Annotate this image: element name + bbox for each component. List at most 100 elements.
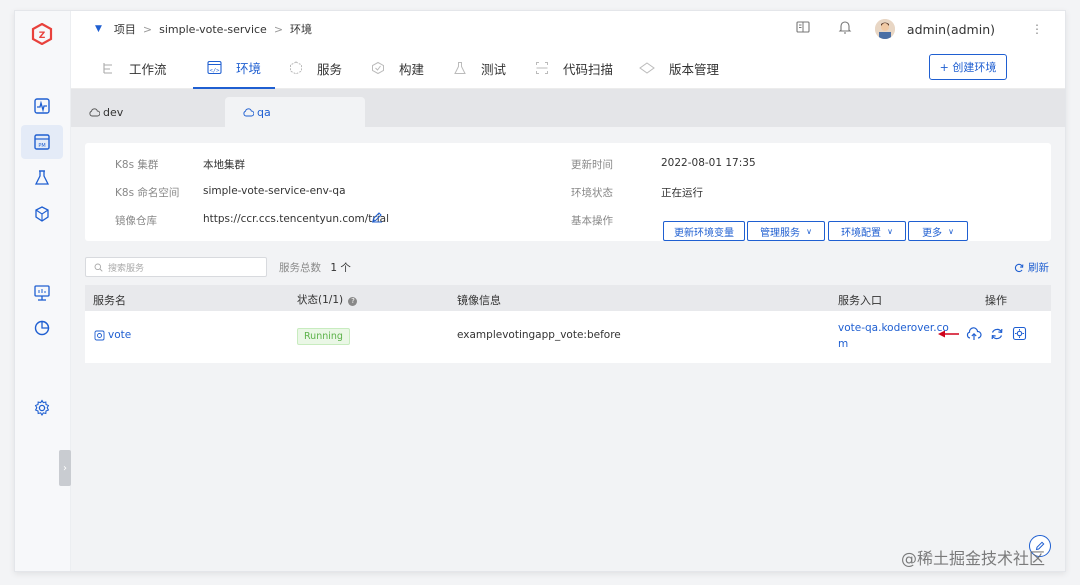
more-actions-button[interactable]: 更多 ∨ <box>908 221 968 241</box>
workflow-icon <box>101 61 115 75</box>
tab-label: 测试 <box>481 61 507 77</box>
env-tab-dev[interactable]: dev <box>71 97 221 127</box>
env-config-label: 环境配置 <box>841 227 882 239</box>
image-info: examplevotingapp_vote:before <box>457 329 621 341</box>
ops-label: 基本操作 <box>571 215 613 227</box>
search-service-input[interactable]: 搜索服务 <box>85 257 267 277</box>
search-icon <box>94 263 103 272</box>
manage-services-label: 管理服务 <box>760 227 801 239</box>
tab-label: 工作流 <box>129 61 167 77</box>
breadcrumb-project[interactable]: 项目 <box>114 21 136 37</box>
chevron-down-icon: ∨ <box>806 226 812 236</box>
more-menu-icon[interactable]: ⋮ <box>1031 22 1043 36</box>
create-environment-button[interactable]: + 创建环境 <box>929 54 1007 80</box>
table-row: vote Running examplevotingapp_vote:befor… <box>85 311 1051 361</box>
tab-label: 构建 <box>399 61 425 77</box>
service-count-label: 服务总数 <box>279 262 321 274</box>
artifact-package-icon[interactable] <box>31 203 53 225</box>
sidebar-collapse-handle[interactable]: › <box>59 450 71 486</box>
cluster-label: K8s 集群 <box>115 159 159 171</box>
cluster-value: 本地集群 <box>203 159 245 171</box>
refresh-label: 刷新 <box>1028 262 1049 274</box>
tab-version-management[interactable]: 版本管理 <box>639 47 719 89</box>
env-tab-qa[interactable]: qa <box>225 97 365 127</box>
cloud-icon <box>243 107 254 117</box>
project-dropdown-icon[interactable]: ▼ <box>95 24 102 34</box>
refresh-button[interactable]: 刷新 <box>1014 260 1049 275</box>
service-count: 服务总数 1 个 <box>279 260 351 275</box>
header-service-name: 服务名 <box>93 294 126 307</box>
service-entry-line1: vote-qa.koderover.co <box>838 322 949 334</box>
service-entry-link[interactable]: vote-qa.koderover.co m <box>838 320 949 352</box>
status-label: 环境状态 <box>571 187 613 199</box>
search-placeholder: 搜索服务 <box>108 263 145 274</box>
breadcrumb-service[interactable]: simple-vote-service <box>159 23 267 36</box>
env-config-button[interactable]: 环境配置 ∨ <box>828 221 906 241</box>
cloud-icon <box>89 107 100 117</box>
test-flask-icon[interactable] <box>31 167 53 189</box>
tab-build[interactable]: 构建 <box>371 47 424 89</box>
pie-chart-icon[interactable] <box>31 317 53 339</box>
version-icon <box>639 61 655 75</box>
breadcrumb-separator: > <box>273 22 284 36</box>
user-name[interactable]: admin(admin) <box>907 22 995 37</box>
flask-icon <box>453 61 467 75</box>
update-env-vars-button[interactable]: 更新环境变量 <box>663 221 745 241</box>
updated-label: 更新时间 <box>571 159 613 171</box>
registry-label: 镜像仓库 <box>115 215 157 227</box>
environment-info-panel: K8s 集群 本地集群 K8s 命名空间 simple-vote-service… <box>85 143 1051 241</box>
edit-registry-icon[interactable] <box>371 211 383 226</box>
registry-value: https://ccr.ccs.tencentyun.com/trial <box>203 213 389 225</box>
service-name: vote <box>108 329 132 341</box>
help-circle-icon[interactable]: ? <box>348 297 358 306</box>
chevron-down-icon: ∨ <box>948 226 954 236</box>
header-actions: 操作 <box>985 294 1007 307</box>
tab-code-scan[interactable]: 代码扫描 <box>535 47 613 89</box>
services-table: 服务名 状态(1/1) ? 镜像信息 服务入口 操作 vote Running … <box>85 285 1051 363</box>
code-env-icon: </> <box>207 60 222 75</box>
tab-workflow[interactable]: 工作流 <box>101 47 167 89</box>
service-settings-icon[interactable] <box>1012 326 1027 341</box>
notification-bell-icon[interactable] <box>837 19 853 39</box>
service-icon <box>94 330 105 341</box>
svg-text:</>: </> <box>210 68 221 74</box>
environment-tabs: dev qa <box>71 89 1065 127</box>
status-value: 正在运行 <box>661 187 703 199</box>
breadcrumb-section: 环境 <box>290 23 313 36</box>
build-icon <box>371 61 385 75</box>
user-avatar[interactable] <box>874 19 895 39</box>
docs-book-icon[interactable] <box>795 19 811 39</box>
tab-environment[interactable]: </> 环境 <box>193 47 276 89</box>
service-entry-line2: m <box>838 338 849 350</box>
tab-label: 代码扫描 <box>563 61 614 77</box>
upload-cloud-icon[interactable] <box>966 326 982 341</box>
header-status-label: 状态(1/1) <box>297 294 344 306</box>
header-image: 镜像信息 <box>457 294 501 307</box>
app-logo-icon[interactable]: Z <box>31 22 53 46</box>
app-window: Z PM › ▼ 项目 > simple-vote-service > 环境 a… <box>14 10 1066 572</box>
updated-value: 2022-08-01 17:35 <box>661 157 756 169</box>
tab-label: 版本管理 <box>669 61 720 77</box>
watermark-text: @稀土掘金技术社区 <box>900 549 1045 568</box>
scan-icon <box>535 61 549 75</box>
topbar-right: admin(admin) ⋮ <box>795 11 1065 47</box>
service-name-link[interactable]: vote <box>94 329 131 341</box>
tab-services[interactable]: 服务 <box>289 47 342 89</box>
tab-label: 服务 <box>317 61 343 77</box>
manage-services-button[interactable]: 管理服务 ∨ <box>747 221 825 241</box>
breadcrumb-separator: > <box>142 22 153 36</box>
restart-icon[interactable] <box>990 327 1004 341</box>
env-tab-label: qa <box>257 105 271 119</box>
main-area: ▼ 项目 > simple-vote-service > 环境 admin(ad… <box>71 11 1065 571</box>
dashboard-screen-icon[interactable] <box>31 282 53 304</box>
table-header: 服务名 状态(1/1) ? 镜像信息 服务入口 操作 <box>85 285 1051 311</box>
project-tabs: 工作流 </> 环境 服务 构建 测试 代码扫描 版本管理 <box>71 47 1065 89</box>
header-entry: 服务入口 <box>838 294 882 307</box>
monitor-pulse-icon[interactable] <box>31 95 53 117</box>
project-management-icon[interactable]: PM <box>31 131 53 153</box>
row-actions <box>938 326 1035 341</box>
tab-test[interactable]: 测试 <box>453 47 506 89</box>
tab-label: 环境 <box>236 60 262 76</box>
settings-gear-icon[interactable] <box>31 397 53 419</box>
svg-text:Z: Z <box>39 31 46 41</box>
